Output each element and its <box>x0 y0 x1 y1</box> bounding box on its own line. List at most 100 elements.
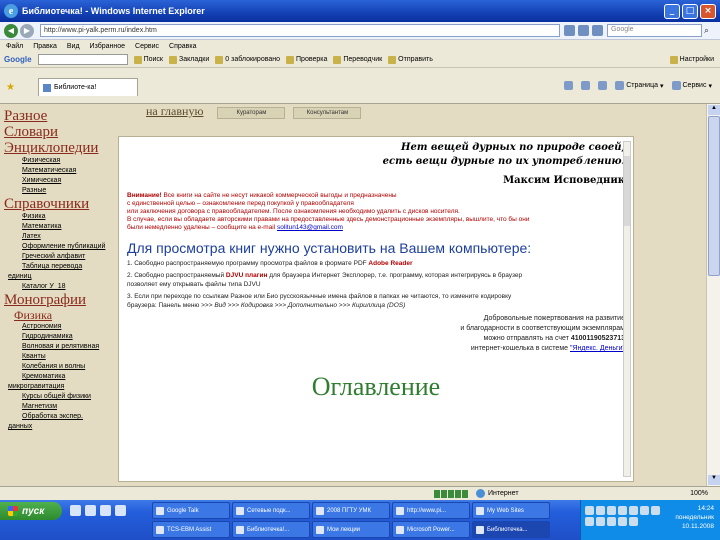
menu-view[interactable]: Вид <box>67 43 80 50</box>
email-link[interactable]: solitun143@gmail.com <box>277 224 343 231</box>
sidebar-item-various[interactable]: Разные <box>4 186 116 196</box>
sidebar-item-math[interactable]: Математическая <box>4 166 116 176</box>
adobe-reader-link[interactable]: Adobe Reader <box>368 260 412 267</box>
google-search-input[interactable] <box>37 54 128 65</box>
zoom-level[interactable]: 100% <box>690 490 720 497</box>
sidebar-item-hydro[interactable]: Гидродинамика <box>4 332 116 342</box>
menu-edit[interactable]: Правка <box>33 43 57 50</box>
taskbar-network[interactable]: Сетевые подк... <box>232 502 310 519</box>
google-search-button[interactable]: Поиск <box>133 55 163 64</box>
page-scrollbar[interactable]: ▲ ▼ <box>706 104 720 486</box>
menu-file[interactable]: Файл <box>6 43 23 50</box>
maximize-button[interactable]: □ <box>682 3 698 19</box>
feeds-button[interactable] <box>581 81 591 90</box>
taskbar-lectures[interactable]: Мои лекции <box>312 521 390 538</box>
sidebar-references-link[interactable]: Справочники <box>4 196 116 212</box>
home-button[interactable] <box>564 81 574 90</box>
close-button[interactable]: × <box>700 3 716 19</box>
refresh-icon[interactable] <box>578 25 589 36</box>
scroll-up-button[interactable]: ▲ <box>708 105 720 115</box>
sidebar-item-oscillations[interactable]: Колебания и волны <box>4 362 116 372</box>
tab-library[interactable]: Библиоте-ка! <box>38 78 138 96</box>
tray-icon[interactable] <box>596 517 605 526</box>
address-input[interactable]: http://www.pi-yalk.perm.ru/index.htm <box>40 24 560 37</box>
sidebar-item-data-processing[interactable]: Обработка экспер. <box>4 412 116 422</box>
sidebar-item-ref-math[interactable]: Математика <box>4 222 116 232</box>
sidebar-item-ref-physics[interactable]: Физика <box>4 212 116 222</box>
clock[interactable]: 14:24 понедельник 10.11.2008 <box>675 504 714 531</box>
sidebar-item-general-physics[interactable]: Курсы общей физики <box>4 392 116 402</box>
menu-favorites[interactable]: Избранное <box>90 43 125 50</box>
home-link[interactable]: на главную <box>140 104 209 119</box>
google-translate-button[interactable]: Переводчик <box>333 55 382 64</box>
search-icon[interactable]: ⌕ <box>704 25 716 37</box>
sidebar-encyclopedias-link[interactable]: Энциклопедии <box>4 140 116 156</box>
taskbar-tcs[interactable]: TCS-EBM Assist <box>152 521 230 538</box>
forward-button[interactable]: ▶ <box>20 23 34 38</box>
sidebar-monographs-link[interactable]: Монографии <box>4 292 116 308</box>
taskbar-google-talk[interactable]: Google Talk <box>152 502 230 519</box>
sidebar-item-catalog[interactable]: Каталог У_18 <box>4 282 116 292</box>
scroll-down-button[interactable]: ▼ <box>708 475 720 485</box>
google-bookmarks-button[interactable]: Закладки <box>168 55 209 64</box>
page-menu[interactable]: Страница ▾ <box>615 81 664 90</box>
print-button[interactable] <box>598 81 608 90</box>
quicklaunch-icon-2[interactable] <box>85 505 96 516</box>
search-input[interactable]: Google <box>607 24 702 37</box>
sidebar-item-units[interactable]: Таблица перевода <box>4 262 116 272</box>
sidebar-item-publications[interactable]: Оформление публикаций <box>4 242 116 252</box>
quicklaunch-icon-4[interactable] <box>115 505 126 516</box>
tray-icon[interactable] <box>585 517 594 526</box>
taskbar-library-1[interactable]: Библиотечка!... <box>232 521 310 538</box>
google-check-button[interactable]: Проверка <box>286 55 327 64</box>
sidebar-misc-link[interactable]: Разное <box>4 108 116 124</box>
tray-icon[interactable] <box>629 506 638 515</box>
back-button[interactable]: ◀ <box>4 23 18 38</box>
content-scroll-thumb[interactable] <box>624 156 630 226</box>
consultants-button[interactable]: Консультантам <box>293 107 362 119</box>
sidebar-item-magnetism[interactable]: Магнетизм <box>4 402 116 412</box>
tray-icon[interactable] <box>629 517 638 526</box>
taskbar-http[interactable]: http://www.pi... <box>392 502 470 519</box>
sidebar-item-microgravity[interactable]: микрогравитация <box>4 382 116 392</box>
tray-icon[interactable] <box>585 506 594 515</box>
tray-icon[interactable] <box>618 517 627 526</box>
sidebar-item-chem[interactable]: Химическая <box>4 176 116 186</box>
google-popup-blocker[interactable]: 0 заблокировано <box>215 55 280 64</box>
quicklaunch-icon-3[interactable] <box>100 505 111 516</box>
tray-icon[interactable] <box>607 517 616 526</box>
sidebar-item-physical[interactable]: Физическая <box>4 156 116 166</box>
quicklaunch-icon-1[interactable] <box>70 505 81 516</box>
menu-help[interactable]: Справка <box>169 43 196 50</box>
google-settings-button[interactable]: Настройки <box>669 55 720 64</box>
page-scroll-thumb[interactable] <box>708 116 720 276</box>
sidebar-physics-heading[interactable]: Физика <box>4 308 116 322</box>
taskbar-websites[interactable]: My Web Sites <box>472 502 550 519</box>
stop-icon[interactable] <box>592 25 603 36</box>
sidebar-item-kremomatics[interactable]: Кремоматика <box>4 372 116 382</box>
menu-tools[interactable]: Сервис <box>135 43 159 50</box>
curators-button[interactable]: Кураторам <box>217 107 286 119</box>
go-icon[interactable] <box>564 25 575 36</box>
sidebar-item-data[interactable]: данных <box>4 422 116 432</box>
sidebar-dictionaries-link[interactable]: Словари <box>4 124 116 140</box>
content-scrollbar[interactable] <box>623 141 631 477</box>
sidebar-item-quanta[interactable]: Кванты <box>4 352 116 362</box>
favorites-star-icon[interactable]: ★ <box>6 82 16 93</box>
sidebar-item-astronomy[interactable]: Астрономия <box>4 322 116 332</box>
start-button[interactable]: пуск <box>0 502 62 520</box>
tray-icon[interactable] <box>651 506 660 515</box>
taskbar-library-2[interactable]: Библиотечка... <box>472 521 550 538</box>
taskbar-powerpoint[interactable]: Microsoft Power... <box>392 521 470 538</box>
tray-icon[interactable] <box>618 506 627 515</box>
sidebar-item-units-cont[interactable]: единиц <box>4 272 116 282</box>
tray-icon[interactable] <box>640 506 649 515</box>
taskbar-pgtu[interactable]: 2008 ПГТУ УМК <box>312 502 390 519</box>
djvu-plugin-link[interactable]: DJVU плагин <box>226 272 267 279</box>
tray-icon[interactable] <box>596 506 605 515</box>
yandex-money-link[interactable]: "Яндекс. Деньги" <box>570 345 625 352</box>
sidebar-item-greek[interactable]: Греческий алфавит <box>4 252 116 262</box>
tools-menu[interactable]: Сервис ▾ <box>671 81 712 90</box>
google-send-button[interactable]: Отправить <box>388 55 433 64</box>
minimize-button[interactable]: _ <box>664 3 680 19</box>
